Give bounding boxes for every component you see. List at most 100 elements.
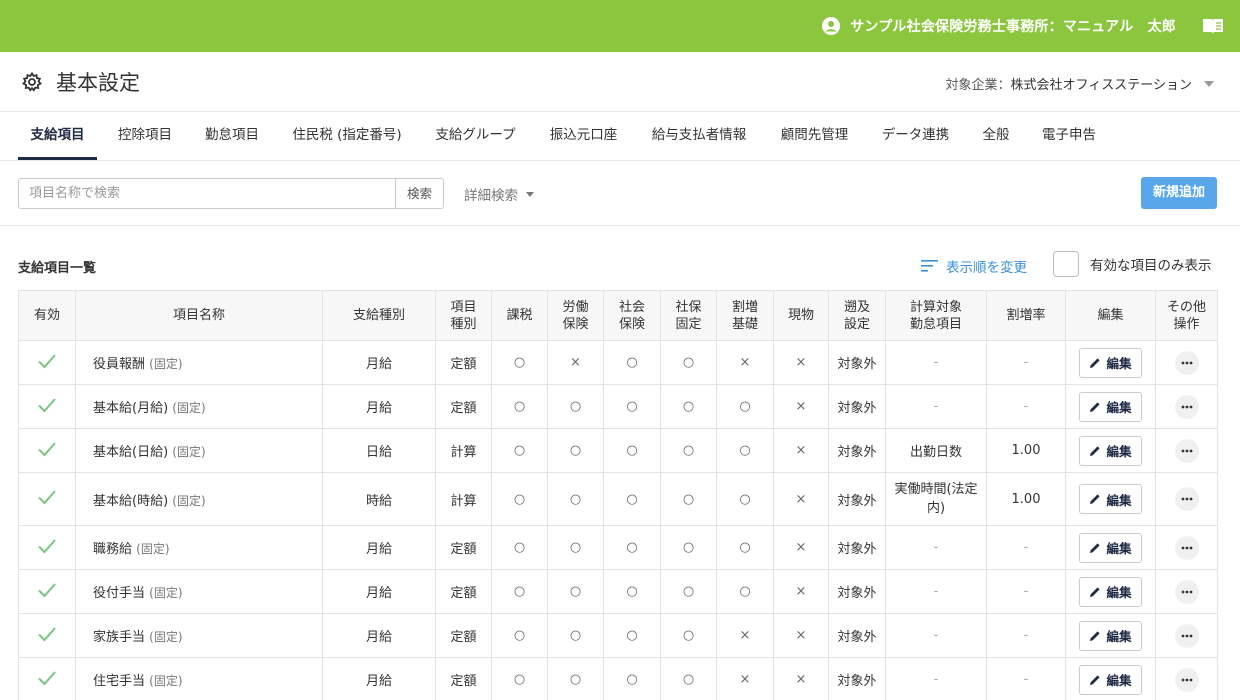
company-label: 対象企業：	[945, 78, 1011, 93]
cell-labor-insurance: ○	[547, 569, 604, 614]
item-name: 役員報酬	[93, 357, 146, 372]
more-actions-button[interactable]	[1174, 350, 1199, 375]
sort-lines-icon	[921, 260, 938, 272]
ellipsis-icon	[1181, 497, 1192, 501]
more-actions-button[interactable]	[1174, 535, 1199, 560]
cell-social-fixed: ○	[660, 657, 717, 700]
cell-premium-base: ○	[716, 428, 774, 473]
cell-premium-base: ×	[716, 340, 774, 385]
edit-button[interactable]: 編集	[1079, 664, 1142, 695]
user-name-label[interactable]: サンプル社会保険労務士事務所：マニュアル 太郎	[850, 16, 1176, 36]
premium-rate-value: -	[1023, 540, 1029, 555]
cell-other-actions	[1155, 384, 1218, 429]
cell-retroactive: 対象外	[828, 569, 886, 614]
tab-general[interactable]: 全般	[972, 112, 1020, 160]
edit-button[interactable]: 編集	[1079, 347, 1142, 378]
more-actions-button[interactable]	[1174, 487, 1199, 511]
cell-social-insurance: ○	[603, 384, 661, 429]
cell-social-insurance: ○	[603, 472, 661, 526]
table-row: 職務給 (固定) 月給 定額 ○ ○ ○ ○ ○ × 対象外 - - 編集	[18, 525, 1218, 570]
edit-button[interactable]: 編集	[1079, 484, 1142, 514]
edit-button[interactable]: 編集	[1079, 435, 1142, 466]
cell-in-kind: ×	[773, 428, 829, 473]
tab-payment-group[interactable]: 支給グループ	[424, 112, 527, 160]
tab-deduction-items[interactable]: 控除項目	[106, 112, 184, 160]
item-name: 基本給(時給)	[93, 493, 169, 509]
target-attendance-value: -	[933, 628, 939, 643]
more-actions-button[interactable]	[1174, 579, 1199, 604]
item-name: 家族手当	[93, 630, 146, 645]
social-fixed-value: ○	[682, 443, 695, 458]
cell-tax: ○	[491, 569, 548, 614]
edit-button[interactable]: 編集	[1079, 532, 1142, 563]
tab-payment-items[interactable]: 支給項目	[18, 112, 97, 160]
cell-valid	[18, 472, 76, 526]
cell-premium-rate: -	[986, 613, 1066, 658]
cell-labor-insurance: ×	[547, 340, 604, 385]
tab-resident-tax[interactable]: 住民税 (指定番号)	[282, 112, 412, 160]
payment-items-table: 有効 項目名称 支給種別 項目 種別 課税 労働 保険 社会 保険 社保 固定 …	[18, 290, 1218, 700]
item-type-value: 定額	[450, 542, 477, 557]
target-attendance-value: -	[933, 355, 939, 370]
premium-rate-value: 1.00	[1011, 491, 1041, 507]
edit-button[interactable]: 編集	[1079, 391, 1142, 422]
cell-labor-insurance: ○	[547, 525, 604, 570]
manual-book-icon[interactable]	[1202, 17, 1224, 35]
cell-item-name: 役員報酬 (固定)	[75, 340, 323, 385]
edit-label: 編集	[1106, 400, 1132, 415]
search-button[interactable]: 検索	[395, 178, 444, 209]
add-new-button[interactable]: 新規追加	[1141, 177, 1217, 209]
cell-retroactive: 対象外	[828, 340, 886, 385]
cell-retroactive: 対象外	[828, 613, 886, 658]
ellipsis-icon	[1181, 678, 1192, 681]
only-valid-checkbox[interactable]	[1053, 251, 1079, 277]
cell-other-actions	[1155, 657, 1218, 700]
tax-value: ○	[513, 399, 526, 414]
edit-button[interactable]: 編集	[1079, 576, 1142, 607]
advanced-search-toggle[interactable]: 詳細検索	[464, 184, 534, 204]
change-order-link[interactable]: 表示順を変更	[921, 256, 1027, 276]
tab-data-integration[interactable]: データ連携	[871, 112, 960, 160]
table-row: 役員報酬 (固定) 月給 定額 ○ × ○ ○ × × 対象外 - - 編集	[18, 340, 1218, 385]
premium-rate-value: -	[1023, 672, 1029, 687]
edit-button[interactable]: 編集	[1079, 620, 1142, 651]
table-row: 住宅手当 (固定) 月給 定額 ○ ○ ○ ○ × × 対象外 - - 編集	[18, 657, 1218, 700]
user-circle-icon[interactable]	[822, 17, 841, 35]
page-header: 基本設定 対象企業： 株式会社オフィスステーション	[0, 52, 1240, 112]
retroactive-value: 対象外	[837, 357, 877, 372]
premium-rate-value: -	[1023, 628, 1029, 643]
labor-insurance-value: ○	[569, 399, 582, 414]
tax-value: ○	[513, 491, 526, 507]
cell-premium-base: ○	[716, 525, 774, 570]
only-valid-label[interactable]: 有効な項目のみ表示	[1090, 254, 1212, 274]
search-input[interactable]	[18, 178, 395, 209]
pencil-icon	[1090, 586, 1101, 597]
more-actions-button[interactable]	[1174, 623, 1199, 648]
cell-pay-type: 月給	[322, 569, 436, 614]
table-row: 家族手当 (固定) 月給 定額 ○ ○ ○ ○ × × 対象外 - - 編集	[18, 613, 1218, 658]
fixed-tag: (固定)	[149, 357, 183, 371]
company-selector[interactable]: 対象企業： 株式会社オフィスステーション	[945, 74, 1214, 93]
tab-payer-info[interactable]: 給与支払者情報	[640, 112, 758, 160]
cell-social-insurance: ○	[603, 428, 661, 473]
tab-attendance-items[interactable]: 勤怠項目	[194, 112, 270, 160]
item-name: 基本給(日給)	[93, 445, 169, 460]
cell-pay-type: 日給	[322, 428, 436, 473]
cell-edit: 編集	[1065, 428, 1156, 473]
tab-source-account[interactable]: 振込元口座	[539, 112, 628, 160]
tab-client-management[interactable]: 顧問先管理	[770, 112, 859, 160]
tab-e-filing[interactable]: 電子申告	[1032, 112, 1106, 160]
col-header-premium-base: 割増 基礎	[716, 290, 774, 341]
cell-item-name: 役付手当 (固定)	[75, 569, 323, 614]
cell-premium-base: ○	[716, 472, 774, 526]
cell-premium-rate: -	[986, 384, 1066, 429]
fixed-tag: (固定)	[149, 674, 183, 688]
more-actions-button[interactable]	[1174, 394, 1199, 419]
check-icon	[38, 397, 56, 412]
cell-other-actions	[1155, 428, 1218, 473]
more-actions-button[interactable]	[1174, 438, 1199, 463]
col-header-name: 項目名称	[75, 290, 323, 341]
more-actions-button[interactable]	[1174, 667, 1199, 692]
edit-label: 編集	[1106, 444, 1132, 459]
cell-edit: 編集	[1065, 613, 1156, 658]
